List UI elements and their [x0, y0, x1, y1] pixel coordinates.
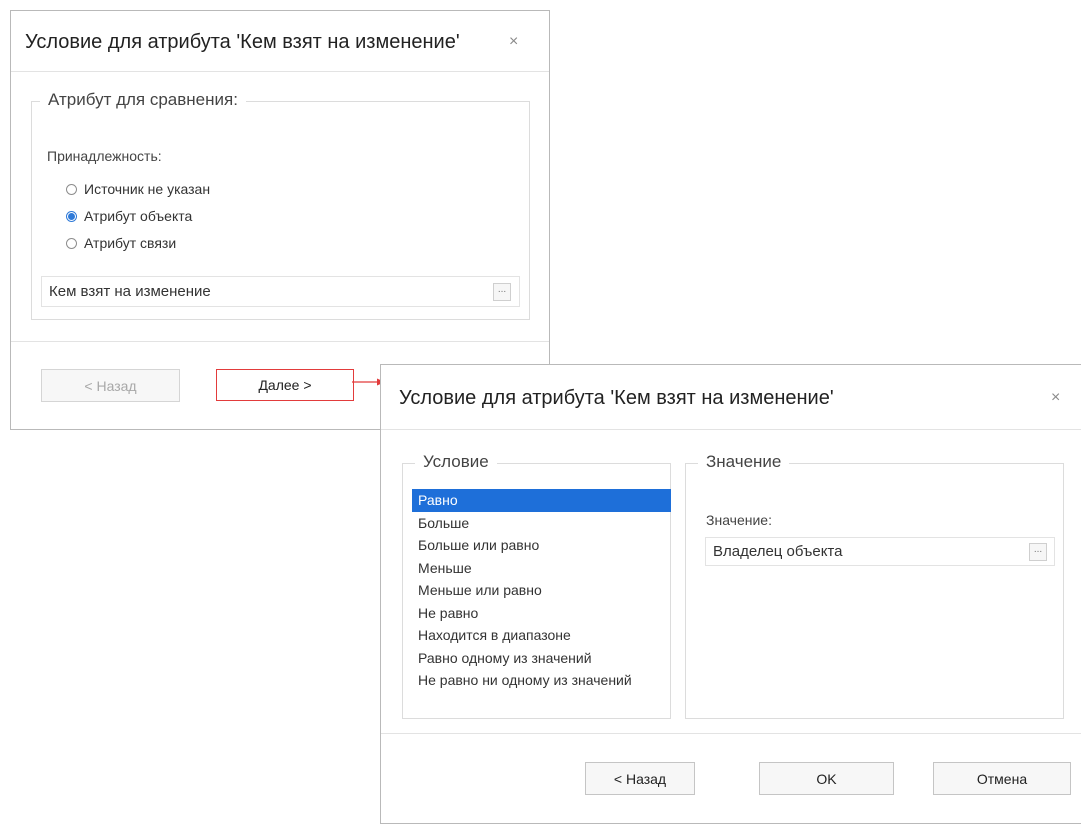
value-group: Значение Значение: Владелец объекта ...: [685, 452, 1064, 719]
list-item[interactable]: Равно: [412, 489, 671, 512]
radio-link-attribute[interactable]: Атрибут связи: [66, 235, 176, 251]
browse-icon[interactable]: ...: [493, 283, 511, 301]
back-button[interactable]: < Назад: [41, 369, 180, 402]
radio-label: Атрибут объекта: [84, 208, 193, 224]
list-item[interactable]: Меньше или равно: [412, 579, 671, 602]
dialog-condition-value: Условие для атрибута 'Кем взят на измене…: [380, 364, 1081, 824]
value-field-value: Владелец объекта: [713, 543, 843, 560]
radio-button-icon[interactable]: [66, 210, 77, 222]
radio-object-attribute[interactable]: Атрибут объекта: [66, 208, 192, 224]
dialog-title: Условие для атрибута 'Кем взят на измене…: [25, 31, 460, 53]
title-separator: [11, 71, 549, 72]
radio-button-icon[interactable]: [66, 237, 77, 249]
condition-group-legend: Условие: [415, 452, 497, 472]
dialog-title: Условие для атрибута 'Кем взят на измене…: [399, 387, 834, 409]
list-item[interactable]: Не равно ни одному из значений: [412, 669, 671, 692]
radio-label: Атрибут связи: [84, 235, 177, 251]
attribute-group-legend: Атрибут для сравнения:: [40, 90, 246, 110]
next-button[interactable]: Далее >: [216, 369, 354, 401]
browse-icon[interactable]: ...: [1029, 543, 1047, 561]
cancel-button[interactable]: Отмена: [933, 762, 1071, 795]
list-item[interactable]: Больше или равно: [412, 534, 671, 557]
footer-separator: [11, 341, 549, 342]
footer-separator: [381, 733, 1081, 734]
back-button[interactable]: < Назад: [585, 762, 695, 795]
condition-group: Условие Равно Больше Больше или равно Ме…: [402, 452, 671, 719]
value-field[interactable]: Владелец объекта ...: [705, 537, 1055, 566]
radio-button-icon[interactable]: [66, 183, 77, 195]
list-item[interactable]: Больше: [412, 512, 671, 535]
list-item[interactable]: Не равно: [412, 602, 671, 625]
attribute-field-value: Кем взят на изменение: [49, 283, 211, 300]
radio-label: Источник не указан: [84, 181, 211, 197]
condition-list: Равно Больше Больше или равно Меньше Мен…: [412, 489, 671, 692]
close-icon[interactable]: ×: [1051, 389, 1060, 407]
list-item[interactable]: Меньше: [412, 557, 671, 580]
title-separator: [381, 429, 1081, 430]
ownership-label: Принадлежность:: [47, 148, 162, 164]
attribute-group: Атрибут для сравнения: Принадлежность: И…: [31, 90, 530, 320]
list-item[interactable]: Находится в диапазоне: [412, 624, 671, 647]
value-label: Значение:: [706, 512, 772, 528]
ok-button[interactable]: OK: [759, 762, 894, 795]
list-item[interactable]: Равно одному из значений: [412, 647, 671, 670]
attribute-field[interactable]: Кем взят на изменение ...: [41, 276, 520, 307]
radio-source-unspecified[interactable]: Источник не указан: [66, 181, 210, 197]
value-group-legend: Значение: [698, 452, 790, 472]
close-icon[interactable]: ×: [509, 33, 518, 51]
